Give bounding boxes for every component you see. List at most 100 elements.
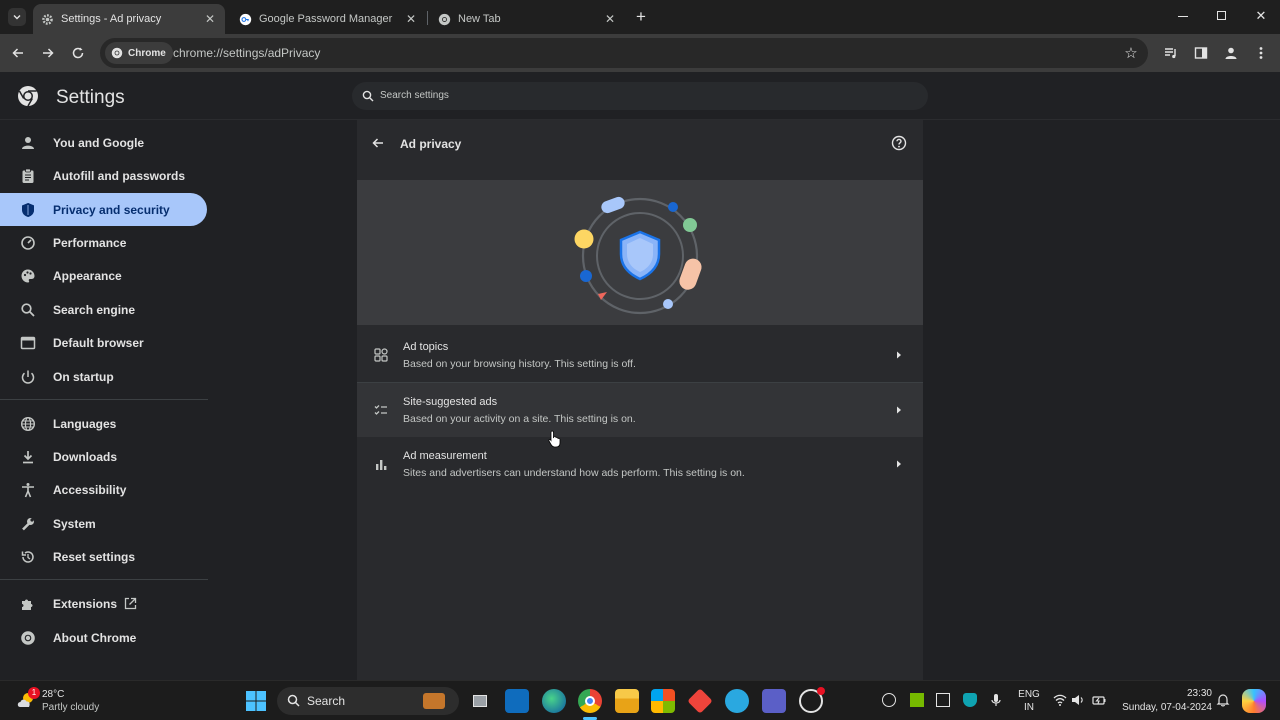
volume-icon[interactable] bbox=[1071, 693, 1085, 707]
sidebar-item-languages[interactable]: Languages bbox=[0, 407, 207, 440]
sidebar-item-label: Reset settings bbox=[53, 550, 136, 564]
sidebar-item-on-startup[interactable]: On startup bbox=[0, 360, 207, 393]
language-code: ENG bbox=[1018, 689, 1040, 700]
sidebar-item-extensions[interactable]: Extensions bbox=[0, 587, 207, 620]
back-button[interactable] bbox=[370, 135, 386, 151]
arrow-right-icon bbox=[897, 351, 901, 359]
forward-button[interactable] bbox=[36, 41, 60, 65]
sidebar-item-label: Appearance bbox=[53, 269, 122, 283]
copilot-icon[interactable] bbox=[1242, 689, 1266, 713]
row-title: Ad measurement bbox=[403, 450, 487, 462]
browser-icon bbox=[20, 336, 36, 350]
sidebar-item-performance[interactable]: Performance bbox=[0, 226, 207, 259]
sidebar-item-about-chrome[interactable]: About Chrome bbox=[0, 621, 207, 654]
side-panel-icon bbox=[1194, 47, 1208, 59]
notification-bell-icon[interactable] bbox=[1216, 693, 1230, 707]
microsoft-store-icon[interactable] bbox=[651, 689, 675, 713]
weather-widget[interactable]: 1 28°C Partly cloudy bbox=[12, 686, 122, 716]
anydesk-icon[interactable] bbox=[687, 688, 713, 714]
search-settings-input[interactable]: Search settings bbox=[352, 82, 928, 110]
ad-topics-row[interactable]: Ad topics Based on your browsing history… bbox=[357, 328, 923, 382]
sidebar-item-privacy[interactable]: Privacy and security bbox=[0, 193, 207, 226]
row-subtitle: Sites and advertisers can understand how… bbox=[403, 467, 745, 479]
teams-icon[interactable] bbox=[762, 689, 786, 713]
side-panel-button[interactable] bbox=[1189, 41, 1213, 65]
taskbar-search[interactable]: Search bbox=[277, 687, 459, 715]
weather-app-icon[interactable] bbox=[725, 689, 749, 713]
media-controls-button[interactable] bbox=[1159, 41, 1183, 65]
sidebar-item-you-and-google[interactable]: You and Google bbox=[0, 126, 207, 159]
sidebar-item-label: Privacy and security bbox=[53, 203, 170, 217]
reload-icon bbox=[72, 47, 84, 59]
region-code: IN bbox=[1024, 702, 1034, 713]
row-subtitle: Based on your activity on a site. This s… bbox=[403, 413, 636, 425]
clock[interactable]: 23:30 Sunday, 07-04-2024 bbox=[1114, 687, 1212, 715]
search-placeholder: Search settings bbox=[380, 90, 449, 101]
arrow-left-icon bbox=[372, 138, 383, 148]
sidebar-item-downloads[interactable]: Downloads bbox=[0, 440, 207, 473]
new-tab-button[interactable]: + bbox=[633, 8, 649, 26]
profile-button[interactable] bbox=[1219, 41, 1243, 65]
close-icon[interactable]: ✕ bbox=[603, 12, 617, 26]
ad-measurement-row[interactable]: Ad measurement Sites and advertisers can… bbox=[357, 437, 923, 491]
weather-temp: 28°C bbox=[42, 689, 65, 700]
url-text[interactable]: chrome://settings/adPrivacy bbox=[173, 46, 320, 60]
person-icon bbox=[1225, 47, 1237, 59]
nvidia-tray-icon[interactable] bbox=[910, 693, 924, 707]
sidebar-item-label: Accessibility bbox=[53, 483, 127, 497]
antivirus-tray-icon[interactable] bbox=[882, 693, 896, 707]
edge-icon[interactable] bbox=[542, 689, 566, 713]
help-button[interactable] bbox=[891, 135, 907, 151]
palette-icon bbox=[21, 269, 35, 283]
reset-icon bbox=[21, 551, 34, 563]
menu-button[interactable] bbox=[1249, 41, 1273, 65]
file-explorer-icon[interactable] bbox=[615, 689, 639, 713]
bookmark-star-icon[interactable]: ☆ bbox=[1122, 44, 1140, 62]
sidebar-item-label: Languages bbox=[53, 417, 117, 431]
arrow-right-icon bbox=[43, 48, 54, 58]
sidebar-item-system[interactable]: System bbox=[0, 507, 207, 540]
section-title: Ad privacy bbox=[400, 137, 462, 151]
sidebar-item-reset[interactable]: Reset settings bbox=[0, 540, 207, 573]
screen-recorder-icon[interactable] bbox=[799, 687, 825, 713]
tab-settings[interactable]: Settings - Ad privacy ✕ bbox=[33, 4, 225, 34]
sidebar-item-appearance[interactable]: Appearance bbox=[0, 259, 207, 292]
battery-icon[interactable] bbox=[1092, 693, 1106, 707]
close-window-button[interactable]: ✕ bbox=[1254, 8, 1268, 24]
external-link-icon bbox=[124, 597, 137, 610]
tab-separator bbox=[427, 11, 428, 25]
sidebar-item-default-browser[interactable]: Default browser bbox=[0, 326, 207, 359]
topics-icon bbox=[374, 348, 388, 362]
wifi-icon[interactable] bbox=[1053, 693, 1067, 707]
minimize-button[interactable] bbox=[1178, 16, 1188, 17]
arrow-right-icon bbox=[897, 406, 901, 414]
sidebar-item-autofill[interactable]: Autofill and passwords bbox=[0, 159, 207, 192]
sidebar-item-accessibility[interactable]: Accessibility bbox=[0, 473, 207, 506]
task-view-icon[interactable] bbox=[469, 689, 493, 713]
notes-tray-icon[interactable] bbox=[936, 693, 950, 707]
site-info-chip[interactable]: Chrome bbox=[105, 42, 173, 64]
search-icon bbox=[362, 90, 374, 102]
microphone-icon[interactable] bbox=[989, 693, 1003, 707]
tab-password-manager[interactable]: Google Password Manager ✕ bbox=[231, 4, 426, 34]
taskbar-search-label: Search bbox=[307, 694, 346, 708]
security-tray-icon[interactable] bbox=[963, 693, 977, 707]
tab-new-tab[interactable]: New Tab ✕ bbox=[430, 4, 625, 34]
power-icon bbox=[21, 370, 35, 384]
site-suggested-ads-row[interactable]: Site-suggested ads Based on your activit… bbox=[357, 383, 923, 437]
address-bar[interactable]: Chrome chrome://settings/adPrivacy ☆ bbox=[100, 38, 1148, 68]
restore-button[interactable] bbox=[1217, 11, 1226, 20]
chrome-taskbar-icon[interactable] bbox=[578, 689, 602, 713]
sidebar-item-search-engine[interactable]: Search engine bbox=[0, 293, 207, 326]
windows-start-icon[interactable] bbox=[244, 689, 268, 713]
back-button[interactable] bbox=[6, 41, 30, 65]
sidebar-divider bbox=[0, 399, 208, 400]
tab-search-button[interactable] bbox=[8, 8, 26, 26]
close-icon[interactable]: ✕ bbox=[203, 12, 217, 26]
outlook-icon[interactable] bbox=[505, 689, 529, 713]
music-queue-icon bbox=[1165, 48, 1176, 59]
language-indicator[interactable]: ENG IN bbox=[1016, 688, 1042, 714]
close-icon[interactable]: ✕ bbox=[404, 12, 418, 26]
ad-privacy-illustration bbox=[357, 180, 923, 325]
reload-button[interactable] bbox=[66, 41, 90, 65]
